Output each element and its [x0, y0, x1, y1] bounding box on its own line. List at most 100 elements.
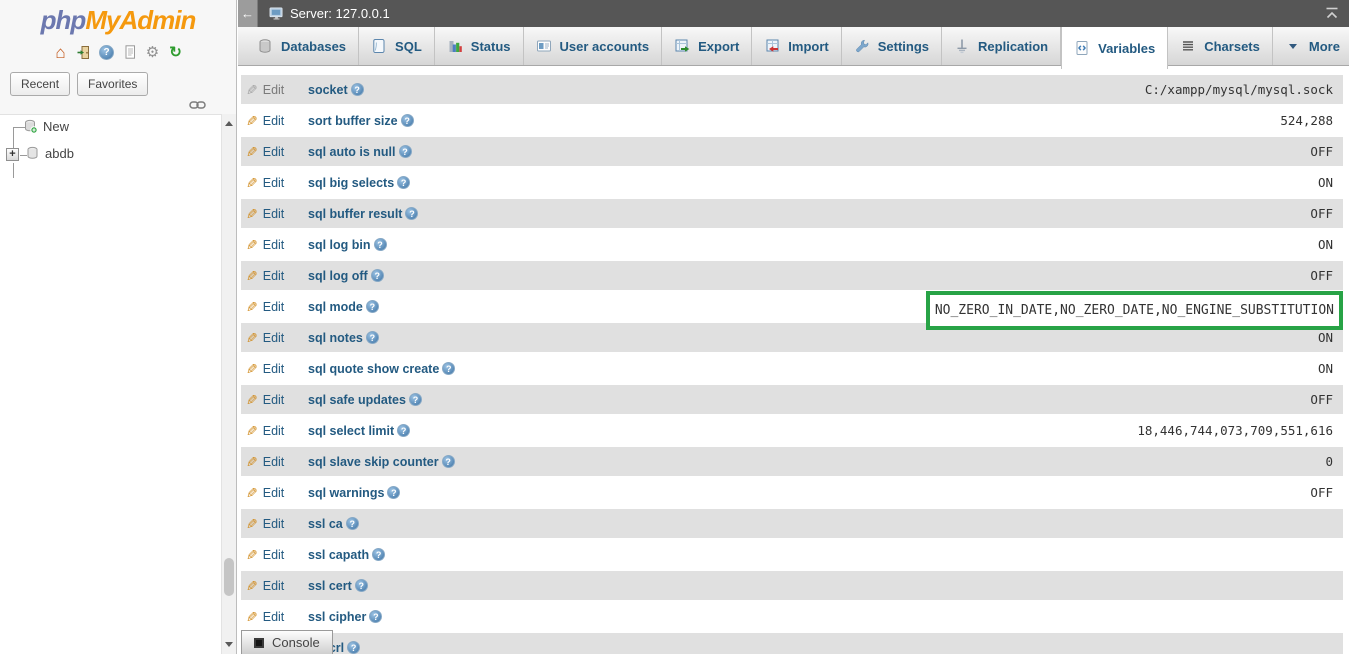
help-icon[interactable]: ?	[442, 455, 455, 468]
recent-button[interactable]: Recent	[10, 72, 70, 96]
edit-link[interactable]: ✎Edit	[246, 362, 304, 376]
tab-variables[interactable]: Variables	[1061, 27, 1168, 69]
edit-link[interactable]: ✎Edit	[246, 517, 304, 531]
edit-link[interactable]: ✎Edit	[246, 455, 304, 469]
tab-more[interactable]: More	[1273, 27, 1349, 65]
help-icon[interactable]: ?	[442, 362, 455, 375]
variable-name-link[interactable]: socket	[308, 83, 348, 97]
help-icon[interactable]: ?	[399, 145, 412, 158]
edit-link[interactable]: ✎Edit	[246, 114, 304, 128]
variable-value: ON	[1318, 237, 1333, 252]
variable-name-link[interactable]: sql log bin	[308, 238, 371, 252]
tab-label: More	[1309, 39, 1340, 54]
tab-user-accounts[interactable]: User accounts	[524, 27, 663, 65]
help-icon[interactable]: ?	[346, 517, 359, 530]
help-icon[interactable]: ?	[374, 238, 387, 251]
favorites-button[interactable]: Favorites	[77, 72, 148, 96]
edit-link[interactable]: ✎Edit	[246, 610, 304, 624]
help-icon[interactable]: ?	[409, 393, 422, 406]
server-breadcrumb[interactable]: Server: 127.0.0.1	[269, 6, 390, 21]
scrollbar-thumb[interactable]	[224, 558, 234, 596]
edit-label: Edit	[263, 548, 285, 562]
variable-name-link[interactable]: ssl ca	[308, 517, 343, 531]
edit-link[interactable]: ✎Edit	[246, 269, 304, 283]
refresh-icon[interactable]: ↻	[167, 44, 184, 61]
tree-item-new-database[interactable]: New	[23, 119, 69, 134]
edit-link[interactable]: ✎Edit	[246, 331, 304, 345]
tab-import[interactable]: Import	[752, 27, 841, 65]
edit-link[interactable]: ✎Edit	[246, 579, 304, 593]
edit-link[interactable]: ✎ Edit	[246, 548, 304, 562]
phpmyadmin-logo[interactable]: phpMyAdmin	[0, 0, 236, 36]
help-icon[interactable]: ?	[369, 610, 382, 623]
help-icon[interactable]: ?	[355, 579, 368, 592]
help-icon[interactable]: ?	[371, 269, 384, 282]
help-icon[interactable]: ?	[98, 44, 115, 61]
exit-door-icon[interactable]	[75, 44, 92, 61]
help-icon[interactable]: ?	[351, 83, 364, 96]
tab-settings[interactable]: Settings	[842, 27, 942, 65]
console-button[interactable]: Console	[241, 630, 333, 654]
variable-name-link[interactable]: ssl cert	[308, 579, 352, 593]
variable-name-link[interactable]: sql select limit	[308, 424, 394, 438]
tab-charsets[interactable]: Charsets	[1168, 27, 1273, 65]
variable-name-link[interactable]: sql big selects	[308, 176, 394, 190]
tree-expander-abdb[interactable]: +	[6, 148, 19, 161]
variable-name-link[interactable]: sql mode	[308, 300, 363, 314]
back-button[interactable]: ←	[238, 0, 258, 27]
edit-link[interactable]: ✎Edit	[246, 207, 304, 221]
variable-name-link[interactable]: sql notes	[308, 331, 363, 345]
edit-link[interactable]: ✎Edit	[246, 238, 304, 252]
scrollbar-down-arrow[interactable]	[222, 637, 236, 652]
variable-name-link[interactable]: sort buffer size	[308, 114, 398, 128]
edit-link[interactable]: ✎Edit	[246, 424, 304, 438]
edit-link[interactable]: ✎Edit	[246, 176, 304, 190]
help-icon[interactable]: ?	[366, 331, 379, 344]
variable-name-link[interactable]: ssl cipher	[308, 610, 366, 624]
edit-pencil-icon: ✎	[246, 548, 258, 562]
sidebar-quick-access: Recent Favorites	[10, 72, 236, 96]
edit-pencil-icon: ✎	[246, 207, 258, 221]
tab-sql[interactable]: SQL	[359, 27, 435, 65]
variable-name-link[interactable]: ssl capath	[308, 548, 369, 562]
help-icon[interactable]: ?	[366, 300, 379, 313]
scrollbar-up-arrow[interactable]	[222, 116, 236, 131]
variable-name-cell: sql notes?	[308, 331, 379, 345]
gear-icon[interactable]: ⚙	[144, 44, 161, 61]
variable-name-cell: sql quote show create?	[308, 362, 455, 376]
variable-row: ✎Editsql log off?OFF	[241, 261, 1343, 290]
variable-name-link[interactable]: sql safe updates	[308, 393, 406, 407]
help-icon[interactable]: ?	[405, 207, 418, 220]
status-icon	[447, 38, 463, 54]
variable-name-link[interactable]: sql slave skip counter	[308, 455, 439, 469]
edit-link[interactable]: ✎Edit	[246, 145, 304, 159]
edit-pencil-icon: ✎	[246, 114, 258, 128]
tab-replication[interactable]: Replication	[942, 27, 1061, 65]
database-icon	[25, 146, 40, 161]
sidebar-scrollbar[interactable]	[221, 114, 236, 654]
variable-name-link[interactable]: sql buffer result	[308, 207, 402, 221]
edit-link[interactable]: ✎Edit	[246, 300, 304, 314]
help-icon[interactable]: ?	[387, 486, 400, 499]
variable-name-link[interactable]: sql warnings	[308, 486, 384, 500]
help-icon[interactable]: ?	[397, 424, 410, 437]
help-icon[interactable]: ?	[372, 548, 385, 561]
variable-name-link[interactable]: sql auto is null	[308, 145, 396, 159]
edit-label: Edit	[263, 269, 285, 283]
tab-status[interactable]: Status	[435, 27, 524, 65]
help-icon[interactable]: ?	[401, 114, 414, 127]
edit-link[interactable]: ✎Edit	[246, 393, 304, 407]
variable-name-link[interactable]: sql log off	[308, 269, 368, 283]
edit-link[interactable]: ✎Edit	[246, 486, 304, 500]
docs-icon[interactable]	[121, 44, 138, 61]
help-icon[interactable]: ?	[397, 176, 410, 189]
logo-myadmin-text: MyAdmin	[85, 5, 195, 35]
scroll-top-icon[interactable]	[1324, 7, 1340, 20]
help-icon[interactable]: ?	[347, 641, 360, 654]
home-icon[interactable]: ⌂	[52, 44, 69, 61]
tree-item-abdb[interactable]: abdb	[25, 146, 74, 161]
variable-name-link[interactable]: sql quote show create	[308, 362, 439, 376]
edit-link[interactable]: ✎Edit	[246, 83, 304, 97]
tab-export[interactable]: Export	[662, 27, 752, 65]
tab-databases[interactable]: Databases	[245, 27, 359, 65]
